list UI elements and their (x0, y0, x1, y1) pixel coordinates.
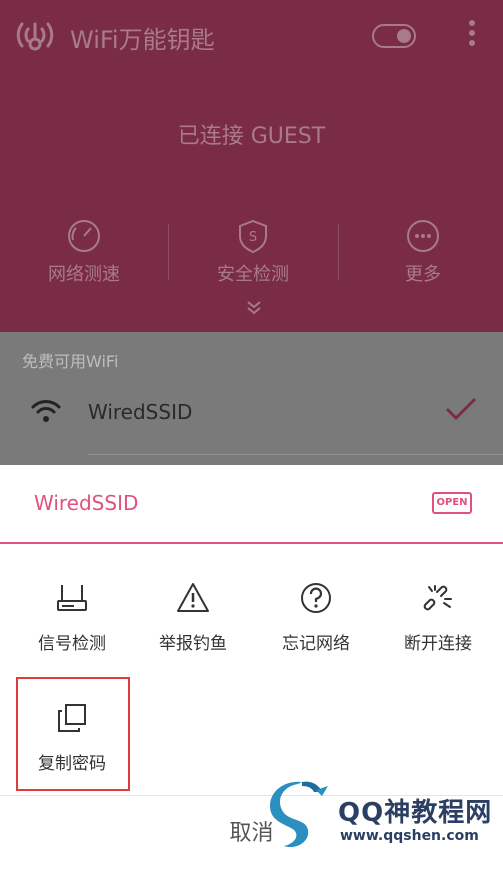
signal-check-button[interactable]: 信号检测 (12, 581, 132, 671)
wifi-signal-icon (31, 400, 61, 422)
divider (0, 542, 503, 544)
security-check-button[interactable]: S 安全检测 (169, 214, 337, 294)
option-label: 忘记网络 (282, 634, 350, 654)
checkmark-icon (445, 397, 477, 421)
divider (88, 454, 503, 455)
router-icon (57, 585, 87, 611)
sheet-ssid: WiredSSID (34, 491, 139, 515)
option-label: 断开连接 (404, 634, 472, 654)
disconnect-button[interactable]: 断开连接 (378, 581, 498, 671)
forget-network-button[interactable]: 忘记网络 (256, 581, 376, 671)
option-label: 举报钓鱼 (159, 634, 227, 654)
open-badge: OPEN (432, 492, 472, 514)
speedometer-icon (68, 220, 100, 252)
action-label: 网络测速 (48, 264, 120, 285)
speed-test-button[interactable]: 网络测速 (0, 214, 168, 294)
broken-link-icon (423, 585, 452, 611)
dragon-logo-icon (270, 781, 328, 848)
highlight-box (16, 677, 130, 791)
watermark: QQ神教程网 www.qqshen.com (262, 778, 502, 858)
list-item[interactable]: WiredSSID (0, 382, 503, 455)
action-label: 更多 (405, 264, 441, 285)
connection-status: 已连接 GUEST (177, 124, 326, 149)
section-title: 免费可用WiFi (22, 352, 119, 371)
app-bar: WiFi万能钥匙 (0, 0, 503, 72)
quick-actions: 网络测速 S 安全检测 更多 (0, 214, 503, 294)
network-ssid: WiredSSID (88, 400, 193, 424)
app-title: WiFi万能钥匙 (70, 26, 215, 54)
report-phishing-button[interactable]: 举报钓鱼 (133, 581, 253, 671)
wifi-toggle[interactable] (372, 24, 416, 48)
question-icon (301, 583, 331, 613)
chevron-down-icon[interactable] (244, 298, 264, 318)
action-label: 安全检测 (217, 264, 289, 285)
svg-text:S: S (249, 230, 257, 245)
watermark-url: www.qqshen.com (340, 828, 479, 844)
more-circle-icon (407, 220, 439, 252)
shield-icon: S (239, 219, 267, 254)
option-label: 信号检测 (38, 634, 106, 654)
wifi-key-logo-icon (16, 22, 54, 51)
wifi-list: 免费可用WiFi WiredSSID (0, 332, 503, 465)
overflow-menu-icon[interactable] (466, 20, 478, 52)
warning-icon (177, 583, 209, 612)
more-button[interactable]: 更多 (339, 214, 503, 294)
watermark-title: QQ神教程网 (338, 798, 493, 828)
header: WiFi万能钥匙 已连接 GUEST 网络测速 S 安全检测 更多 (0, 0, 503, 332)
